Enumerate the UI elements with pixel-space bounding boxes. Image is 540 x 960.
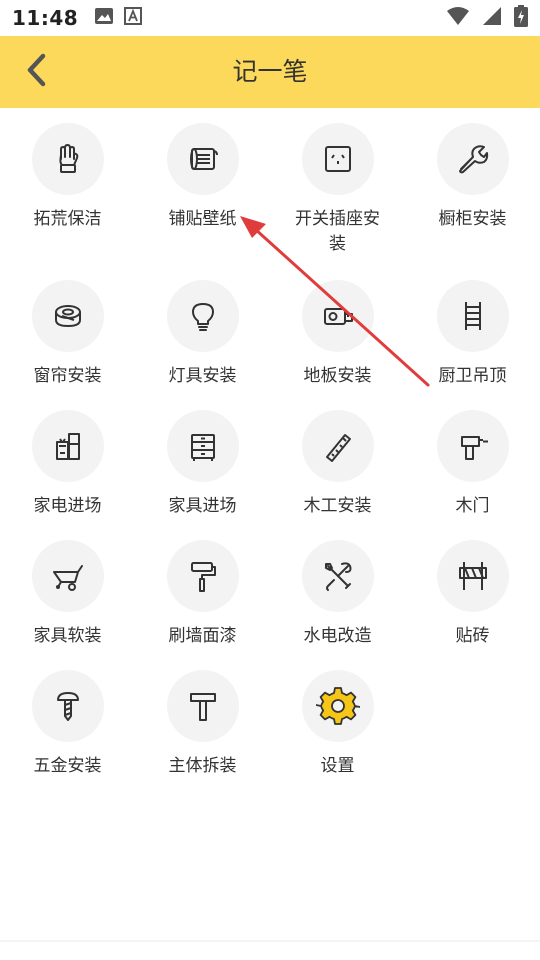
- grid-item-pútie-bizhi[interactable]: 铺贴壁纸: [135, 123, 270, 232]
- grid-item-settings[interactable]: 设置: [270, 670, 405, 779]
- wrench-icon: [436, 123, 509, 195]
- grid-item-label: 家具软装: [33, 626, 102, 646]
- ladder-icon: [436, 280, 509, 352]
- grid-item-label: 窗帘安装: [33, 366, 102, 386]
- grid-item-label: 铺贴壁纸: [168, 209, 237, 229]
- grid-item-label: 拓荒保洁: [33, 209, 102, 229]
- grid-item-label: 地板安装: [303, 366, 372, 386]
- grid-item-soft-furnishing[interactable]: 家具软装: [0, 540, 135, 649]
- drill-icon: [436, 410, 509, 482]
- grid-item-wood-door[interactable]: 木门: [405, 410, 540, 519]
- grid-item-floor-install[interactable]: 地板安装: [270, 280, 405, 389]
- wifi-icon: [446, 6, 470, 30]
- grid-item-kitchen-ceiling[interactable]: 厨卫吊顶: [405, 280, 540, 389]
- battery-charging-icon: [514, 5, 528, 31]
- wheelbarrow-icon: [31, 540, 104, 612]
- tape-measure-icon: [301, 280, 374, 352]
- grid-item-tiling[interactable]: 贴砖: [405, 540, 540, 649]
- screw-icon: [31, 670, 104, 742]
- grid-item-carpentry-install[interactable]: 木工安装: [270, 410, 405, 519]
- grid-item-wall-paint[interactable]: 刷墙面漆: [135, 540, 270, 649]
- appliances-icon: [31, 410, 104, 482]
- lightbulb-icon: [166, 280, 239, 352]
- grid-item-label: 设置: [320, 756, 355, 776]
- page-title: 记一笔: [232, 57, 308, 86]
- font-a-icon: [124, 7, 143, 29]
- grid-item-label: 五金安装: [33, 756, 102, 776]
- grid-item-tuohuang-baojie[interactable]: 拓荒保洁: [0, 123, 135, 232]
- grid-item-appliance-entry[interactable]: 家电进场: [0, 410, 135, 519]
- tools-icon: [301, 540, 374, 612]
- cabinet-icon: [166, 410, 239, 482]
- chevron-left-icon: [24, 53, 48, 91]
- grid-item-hardware-install[interactable]: 五金安装: [0, 670, 135, 779]
- grid-item-label: 木工安装: [303, 496, 372, 516]
- grid-item-label: 橱柜安装: [438, 209, 507, 229]
- grid-item-label: 贴砖: [455, 626, 490, 646]
- divider: [0, 940, 540, 942]
- grid-item-switch-socket[interactable]: 开关插座安装: [270, 123, 405, 257]
- grid-item-label: 木门: [455, 496, 490, 516]
- power-outlet-icon: [301, 123, 374, 195]
- status-time: 11:48: [12, 6, 79, 30]
- grid-item-label: 水电改造: [303, 626, 372, 646]
- gear-icon: [301, 670, 374, 742]
- grid-item-label: 厨卫吊顶: [438, 366, 507, 386]
- tape-roll-icon: [31, 280, 104, 352]
- back-button[interactable]: [18, 53, 54, 91]
- grid-item-main-demolition[interactable]: 主体拆装: [135, 670, 270, 779]
- grid-item-furniture-entry[interactable]: 家具进场: [135, 410, 270, 519]
- app-header: 记一笔: [0, 36, 540, 108]
- grid-item-label: 刷墙面漆: [168, 626, 237, 646]
- hammer-icon: [166, 670, 239, 742]
- grid-item-label: 家电进场: [33, 496, 102, 516]
- grid-item-label: 灯具安装: [168, 366, 237, 386]
- signal-icon: [482, 6, 502, 30]
- grid-item-label: 主体拆装: [168, 756, 237, 776]
- grid-item-label: 家具进场: [168, 496, 237, 516]
- wallpaper-roll-icon: [166, 123, 239, 195]
- image-icon: [94, 7, 114, 29]
- grid-item-lamp-install[interactable]: 灯具安装: [135, 280, 270, 389]
- barrier-icon: [436, 540, 509, 612]
- grid-item-label: 开关插座安装: [295, 209, 380, 254]
- grid-item-plumbing-electric[interactable]: 水电改造: [270, 540, 405, 649]
- saw-icon: [301, 410, 374, 482]
- glove-icon: [31, 123, 104, 195]
- paint-roller-icon: [166, 540, 239, 612]
- grid-item-curtain-install[interactable]: 窗帘安装: [0, 280, 135, 389]
- grid-item-cabinet-install[interactable]: 橱柜安装: [405, 123, 540, 232]
- status-bar: 11:48: [0, 0, 540, 36]
